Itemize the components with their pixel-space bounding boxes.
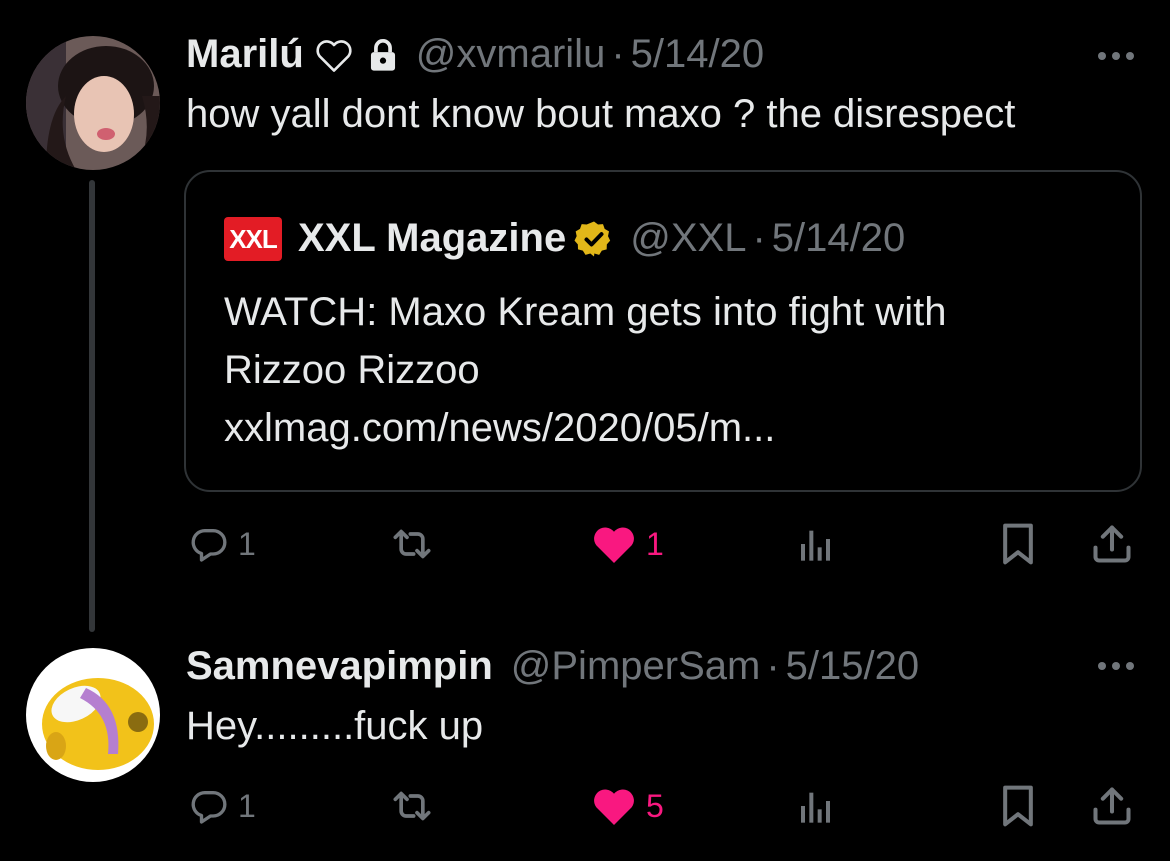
- bookmark-button[interactable]: [998, 514, 1038, 574]
- separator-dot: ·: [611, 32, 625, 76]
- reply-icon: [188, 524, 230, 564]
- views-icon: [796, 786, 836, 826]
- retweet-button[interactable]: [386, 776, 438, 836]
- retweet-button[interactable]: [386, 514, 438, 574]
- tweet-2-actions: 1 5: [184, 776, 1144, 836]
- verified-badge-icon: [574, 219, 614, 259]
- views-button[interactable]: [796, 514, 836, 574]
- tweet-1-author-name[interactable]: Marilú: [186, 32, 304, 77]
- reply-button[interactable]: 1: [188, 776, 256, 836]
- like-icon: [590, 784, 638, 828]
- quote-text-line-1: WATCH: Maxo Kream gets into fight with: [224, 290, 947, 334]
- quote-handle[interactable]: @XXL: [630, 216, 746, 261]
- separator-dot: ·: [752, 216, 766, 260]
- like-count: 5: [646, 787, 664, 824]
- avatar-samnevapimpin[interactable]: [26, 648, 160, 782]
- quote-link[interactable]: xxlmag.com/news/2020/05/m...: [224, 406, 775, 451]
- tweet-2-date[interactable]: 5/15/20: [786, 644, 919, 689]
- more-icon[interactable]: [1098, 662, 1134, 670]
- heart-outline-icon: [314, 37, 354, 73]
- tweet-1-actions: 1 1: [184, 514, 1144, 574]
- retweet-icon: [386, 524, 438, 564]
- quote-text-line-2: Rizzoo Rizzoo: [224, 348, 480, 392]
- thread-line: [89, 180, 95, 632]
- bookmark-button[interactable]: [998, 776, 1038, 836]
- avatar-marilu[interactable]: [26, 36, 160, 170]
- lock-icon: [368, 38, 398, 72]
- tweet-2-text: Hey.........fuck up: [186, 704, 484, 748]
- like-button[interactable]: 5: [590, 776, 664, 836]
- tweet-1-header: Marilú @xvmarilu · 5/14/20: [186, 32, 764, 77]
- like-button[interactable]: 1: [590, 514, 664, 574]
- tweet-2-handle[interactable]: @PimperSam: [511, 644, 761, 689]
- more-icon[interactable]: [1098, 52, 1134, 60]
- quote-header: XXL XXL Magazine @XXL · 5/14/20: [224, 216, 905, 261]
- quote-author-name[interactable]: XXL Magazine: [298, 216, 566, 261]
- views-icon: [796, 524, 836, 564]
- retweet-icon: [386, 786, 438, 826]
- reply-count: 1: [238, 525, 256, 562]
- tweet-1-date[interactable]: 5/14/20: [631, 32, 764, 77]
- tweet-1-text: how yall dont know bout maxo ? the disre…: [186, 92, 1016, 136]
- xxl-logo: XXL: [224, 216, 282, 261]
- reply-icon: [188, 786, 230, 826]
- separator-dot: ·: [766, 644, 780, 688]
- share-button[interactable]: [1090, 514, 1134, 574]
- quote-date[interactable]: 5/14/20: [772, 216, 905, 261]
- share-button[interactable]: [1090, 776, 1134, 836]
- bookmark-icon: [998, 784, 1038, 828]
- tweet-1-handle[interactable]: @xvmarilu: [416, 32, 606, 77]
- views-button[interactable]: [796, 776, 836, 836]
- like-icon: [590, 522, 638, 566]
- reply-button[interactable]: 1: [188, 514, 256, 574]
- tweet-2-author-name[interactable]: Samnevapimpin: [186, 644, 493, 689]
- bookmark-icon: [998, 522, 1038, 566]
- share-icon: [1090, 522, 1134, 566]
- like-count: 1: [646, 525, 664, 562]
- tweet-2-header: Samnevapimpin @PimperSam · 5/15/20: [186, 644, 919, 689]
- share-icon: [1090, 784, 1134, 828]
- reply-count: 1: [238, 787, 256, 824]
- quote-tweet-card[interactable]: XXL XXL Magazine @XXL · 5/14/20 WATCH: M…: [184, 170, 1142, 492]
